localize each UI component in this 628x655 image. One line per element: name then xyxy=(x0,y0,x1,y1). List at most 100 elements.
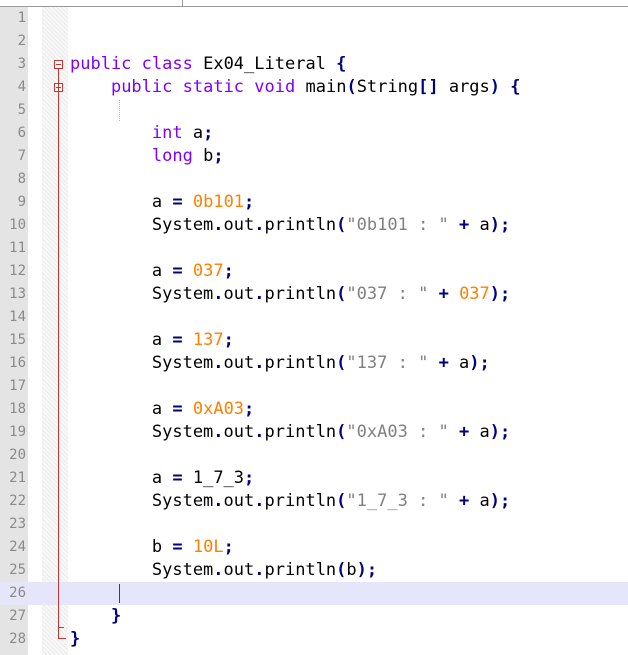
code-line[interactable]: 11 xyxy=(0,237,628,260)
code-token: void xyxy=(254,77,296,97)
code-text[interactable]: a = 037; xyxy=(70,260,234,283)
line-number: 22 xyxy=(9,493,26,509)
code-token: = xyxy=(172,261,183,281)
code-line[interactable]: 7 long b; xyxy=(0,145,628,168)
code-line[interactable]: 21 a = 1_7_3; xyxy=(0,467,628,490)
code-line[interactable]: 24 b = 10L; xyxy=(0,536,628,559)
code-token: a xyxy=(70,468,173,488)
line-number: 23 xyxy=(9,516,26,532)
code-text[interactable]: a = 0xA03; xyxy=(70,398,254,421)
code-text[interactable]: System.out.println("0xA03 : " + a); xyxy=(70,421,510,444)
code-token: out xyxy=(223,353,255,373)
code-token: ; xyxy=(244,192,255,212)
code-line[interactable]: 25 System.out.println(b); xyxy=(0,559,628,582)
code-token: 10L xyxy=(192,537,224,557)
code-line[interactable]: 19 System.out.println("0xA03 : " + a); xyxy=(0,421,628,444)
line-number: 27 xyxy=(9,608,26,624)
code-line[interactable]: 16 System.out.println("137 : " + a); xyxy=(0,352,628,375)
code-line[interactable]: 26 xyxy=(0,582,628,605)
code-line[interactable]: 2 xyxy=(0,30,628,53)
code-line[interactable]: 20 xyxy=(0,444,628,467)
code-token: ( xyxy=(336,284,347,304)
code-text[interactable]: public class Ex04_Literal { xyxy=(70,53,346,76)
code-token: . xyxy=(213,353,224,373)
text-caret xyxy=(119,584,120,603)
code-line[interactable]: 8 xyxy=(0,168,628,191)
code-text[interactable]: System.out.println("137 : " + a); xyxy=(70,352,490,375)
code-line[interactable]: 10 System.out.println("0b101 : " + a); xyxy=(0,214,628,237)
code-text[interactable]: b = 10L; xyxy=(70,536,234,559)
code-token: . xyxy=(254,284,265,304)
code-token: out xyxy=(223,422,255,442)
code-text[interactable]: } xyxy=(70,605,121,628)
code-text[interactable]: public static void main(String[] args) { xyxy=(70,76,521,99)
code-token: . xyxy=(254,215,265,235)
code-token: b xyxy=(346,560,357,580)
code-text[interactable]: int a; xyxy=(70,122,213,145)
fold-toggle-class-icon[interactable] xyxy=(54,60,63,69)
code-line[interactable]: 3 public class Ex04_Literal { xyxy=(0,53,628,76)
code-line[interactable]: 28} xyxy=(0,628,628,651)
code-token: ; xyxy=(223,330,234,350)
code-line[interactable]: 12 a = 037; xyxy=(0,260,628,283)
code-text[interactable]: System.out.println(b); xyxy=(70,559,377,582)
code-line[interactable]: 17 xyxy=(0,375,628,398)
code-token: = xyxy=(172,330,183,350)
code-line[interactable]: 6 int a; xyxy=(0,122,628,145)
code-token: a xyxy=(70,399,173,419)
code-text[interactable]: } xyxy=(70,628,80,651)
code-line[interactable]: 4 public static void main(String[] args)… xyxy=(0,76,628,99)
code-token: "037 : " xyxy=(346,284,429,304)
code-token: System xyxy=(70,560,214,580)
line-number: 17 xyxy=(9,378,26,394)
fold-end-class xyxy=(58,638,66,639)
indent-guide xyxy=(119,100,120,122)
code-token: "0b101 : " xyxy=(346,215,449,235)
code-token: [] xyxy=(418,77,439,97)
code-line[interactable]: 15 a = 137; xyxy=(0,329,628,352)
code-text[interactable]: a = 1_7_3; xyxy=(70,467,254,490)
code-token: + xyxy=(459,491,470,511)
code-token: System xyxy=(70,215,214,235)
code-line[interactable]: 23 xyxy=(0,513,628,536)
code-token: = xyxy=(172,537,183,557)
code-token: ); xyxy=(489,491,511,511)
code-line[interactable]: 13 System.out.println("037 : " + 037); xyxy=(0,283,628,306)
code-token: = xyxy=(172,399,183,419)
code-token: 1_7_3 xyxy=(182,468,245,488)
code-text[interactable]: System.out.println("0b101 : " + a); xyxy=(70,214,510,237)
code-line[interactable]: 9 a = 0b101; xyxy=(0,191,628,214)
code-text[interactable]: a = 137; xyxy=(70,329,234,352)
code-line[interactable]: 1 xyxy=(0,7,628,30)
fold-end-main xyxy=(58,627,64,628)
code-token: a xyxy=(182,123,204,143)
code-line[interactable]: 27 } xyxy=(0,605,628,628)
code-line[interactable]: 22 System.out.println("1_7_3 : " + a); xyxy=(0,490,628,513)
code-line[interactable]: 14 xyxy=(0,306,628,329)
code-text[interactable]: System.out.println("037 : " + 037); xyxy=(70,283,510,306)
code-line[interactable]: 18 a = 0xA03; xyxy=(0,398,628,421)
line-number: 20 xyxy=(9,447,26,463)
code-line[interactable]: 5 xyxy=(0,99,628,122)
code-token: ( xyxy=(346,77,357,97)
code-token: ( xyxy=(336,491,347,511)
code-token: args xyxy=(438,77,490,97)
code-text[interactable]: long b; xyxy=(70,145,224,168)
code-token: out xyxy=(223,284,255,304)
line-number: 4 xyxy=(17,79,26,95)
code-token: = xyxy=(172,192,183,212)
code-text[interactable]: a = 0b101; xyxy=(70,191,254,214)
code-text[interactable]: System.out.println("1_7_3 : " + a); xyxy=(70,490,510,513)
code-token: out xyxy=(223,560,255,580)
code-token: b xyxy=(192,146,214,166)
code-token: ; xyxy=(223,261,234,281)
code-token: println xyxy=(264,560,337,580)
code-token: println xyxy=(264,284,337,304)
